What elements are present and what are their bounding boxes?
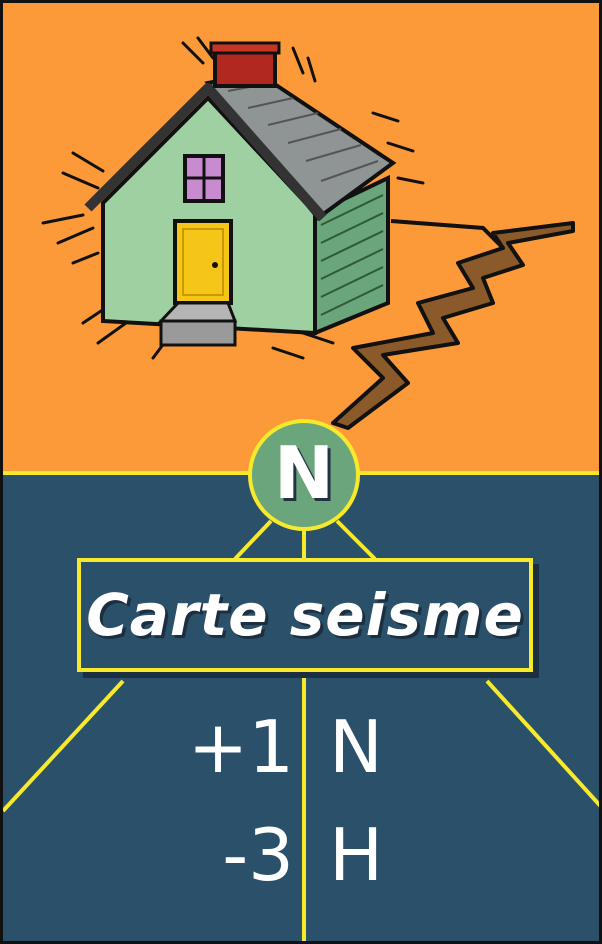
- card-title-box: Carte seisme: [77, 558, 533, 672]
- effect-amount-2: -3: [222, 813, 294, 897]
- effect-resource-2: H: [329, 813, 384, 897]
- badge-letter: N: [273, 431, 335, 515]
- seisme-card[interactable]: N Carte seisme +1 N -3 H: [0, 0, 602, 944]
- resource-badge: N: [248, 419, 360, 531]
- effect-amount-1: +1: [187, 705, 294, 789]
- card-title: Carte seisme: [86, 581, 524, 649]
- effect-resource-1: N: [329, 705, 383, 789]
